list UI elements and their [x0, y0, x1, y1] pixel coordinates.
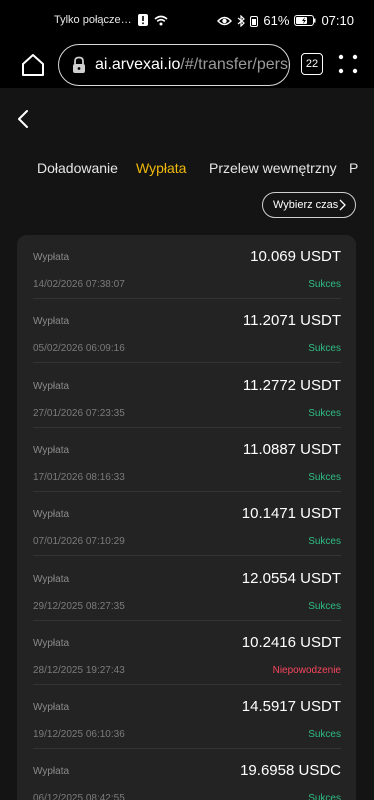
- battery-saver-icon: [250, 15, 259, 27]
- transaction-row[interactable]: Wypłata 19.6958 USDC 06/12/2025 08:42:55 Su…: [33, 749, 341, 800]
- transaction-row[interactable]: Wypłata 11.0887 USDT 17/01/2026 08:16:33 Su…: [33, 428, 341, 492]
- transaction-date: 07/01/2026 07:10:29: [33, 536, 125, 548]
- transaction-row[interactable]: Wypłata 10.2416 USDT 28/12/2025 19:27:43 Ni…: [33, 621, 341, 685]
- transaction-type: Wypłata: [33, 509, 70, 521]
- transaction-amount: 11.2772 USDT: [242, 376, 341, 394]
- transaction-type: Wypłata: [33, 637, 70, 649]
- transaction-date: 28/12/2025 19:27:43: [33, 664, 125, 676]
- transaction-status: Sukces: [308, 729, 341, 741]
- transaction-amount: 10.069 USDT: [250, 248, 341, 265]
- transaction-row[interactable]: Wypłata 11.2071 USDT 05/02/2026 06:09:16 Su…: [33, 299, 341, 364]
- back-arrow-icon[interactable]: [14, 108, 34, 130]
- transaction-amount: 12.0554 USDT: [241, 569, 341, 587]
- more-menu-icon[interactable]: [338, 53, 358, 75]
- tab-internal-transfer[interactable]: Przelew wewnętrzny: [209, 160, 337, 176]
- transaction-row[interactable]: Wypłata 12.0554 USDT 29/12/2025 08:27:35 Su…: [33, 557, 341, 621]
- url-text: ai.arvexai.io/#/transfer/perso: [95, 56, 289, 74]
- transaction-status: Sukces: [308, 793, 341, 800]
- transaction-date: 17/01/2026 08:16:33: [33, 471, 125, 483]
- url-host: ai.arvexai.io: [95, 56, 181, 73]
- transaction-amount: 11.2071 USDT: [242, 312, 341, 330]
- alert-icon: [137, 14, 148, 26]
- select-time-button[interactable]: Wybierz czas: [262, 192, 356, 218]
- transaction-amount: 10.2416 USDT: [241, 633, 341, 651]
- transaction-status: Sukces: [308, 536, 341, 548]
- transaction-status: Sukces: [308, 279, 341, 290]
- tab-deposit[interactable]: Doładowanie: [37, 160, 118, 176]
- transaction-date: 29/12/2025 08:27:35: [33, 600, 125, 612]
- transaction-type: Wypłata: [33, 702, 70, 714]
- transaction-date: 19/12/2025 06:10:36: [33, 729, 125, 741]
- eye-icon: [217, 16, 233, 25]
- transaction-date: 06/12/2025 08:42:55: [33, 793, 125, 800]
- transaction-row[interactable]: Wypłata 14.5917 USDT 19/12/2025 06:10:36 Su…: [33, 685, 341, 750]
- page-content: Doładowanie Wypłata Przelew wewnętrzny P…: [0, 88, 374, 800]
- transaction-type: Wypłata: [33, 444, 70, 456]
- battery-icon: [294, 15, 316, 26]
- url-path: /#/transfer/perso: [180, 56, 289, 73]
- transaction-row[interactable]: Wypłata 10.069 USDT 14/02/2026 07:38:07 Suk…: [33, 235, 341, 299]
- transaction-status: Sukces: [308, 471, 341, 483]
- transaction-amount: 10.1471 USDT: [241, 505, 341, 523]
- browser-toolbar: ai.arvexai.io/#/transfer/perso 22: [0, 42, 374, 88]
- transaction-date: 27/01/2026 07:23:35: [33, 407, 125, 419]
- battery-percent: 61%: [263, 13, 290, 28]
- transaction-status: Niepowodzenie: [272, 664, 341, 676]
- tab-withdrawal[interactable]: Wypłata: [136, 160, 186, 176]
- transactions-list: Wypłata 10.069 USDT 14/02/2026 07:38:07 Suk…: [17, 235, 356, 800]
- transaction-type: Wypłata: [33, 573, 70, 585]
- transaction-amount: 14.5917 USDT: [241, 698, 341, 716]
- transaction-type: Wypłata: [33, 252, 70, 263]
- address-bar[interactable]: ai.arvexai.io/#/transfer/perso: [58, 44, 290, 86]
- transaction-status: Sukces: [308, 600, 341, 612]
- transaction-status: Sukces: [308, 343, 341, 355]
- clock: 07:10: [321, 13, 354, 28]
- tabs-count-button[interactable]: 22: [301, 53, 323, 75]
- home-icon[interactable]: [20, 52, 46, 78]
- transaction-amount: 19.6958 USDC: [240, 762, 341, 780]
- lock-icon: [73, 56, 85, 73]
- wifi-icon: [154, 15, 168, 25]
- tab-bar: Doładowanie Wypłata Przelew wewnętrzny P: [0, 160, 374, 184]
- bluetooth-icon: [238, 14, 246, 27]
- transaction-date: 14/02/2026 07:38:07: [33, 279, 125, 290]
- status-bar: Tylko połącze… 61% 07:10: [0, 0, 374, 42]
- transaction-row[interactable]: Wypłata 11.2772 USDT 27/01/2026 07:23:35 Su…: [33, 364, 341, 428]
- transaction-date: 05/02/2026 06:09:16: [33, 343, 125, 355]
- transaction-status: Sukces: [308, 407, 341, 419]
- network-status: Tylko połącze…: [54, 14, 132, 26]
- transaction-type: Wypłata: [33, 380, 70, 392]
- transaction-type: Wypłata: [33, 316, 70, 328]
- transaction-type: Wypłata: [33, 766, 70, 778]
- select-time-label: Wybierz czas: [273, 199, 339, 211]
- status-left: Tylko połącze…: [54, 14, 168, 26]
- status-right: 61% 07:10: [217, 13, 354, 28]
- transaction-row[interactable]: Wypłata 10.1471 USDT 07/01/2026 07:10:29 Su…: [33, 492, 341, 557]
- tab-more[interactable]: P: [349, 160, 358, 176]
- transaction-amount: 11.0887 USDT: [242, 440, 341, 458]
- chevron-right-icon: [339, 199, 346, 211]
